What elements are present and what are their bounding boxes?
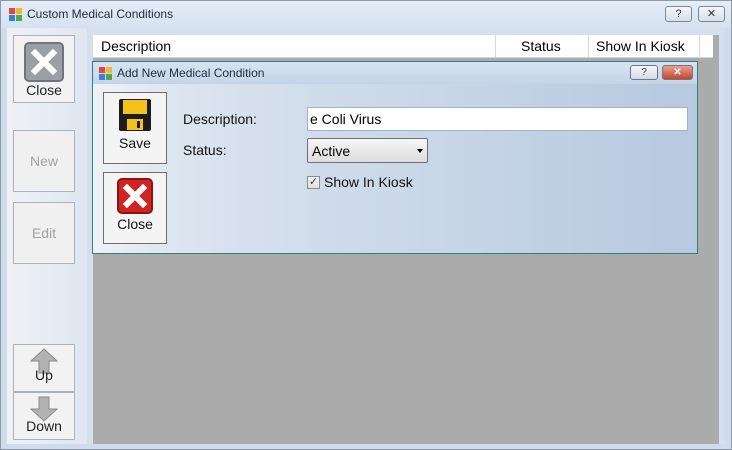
close-icon: ✕ — [673, 67, 682, 78]
close-icon: ✕ — [706, 8, 717, 20]
description-label: Description: — [183, 111, 257, 127]
left-toolbar: Close New Edit Up Down — [7, 28, 87, 444]
dialog-close-action-button[interactable]: Close — [103, 172, 167, 244]
sidebar-close-label: Close — [26, 82, 62, 98]
dialog-close-label: Close — [117, 216, 153, 232]
dialog-toolbar: Save Close — [93, 84, 173, 253]
down-label: Down — [26, 418, 62, 434]
new-label: New — [29, 153, 58, 169]
up-button[interactable]: Up — [13, 344, 75, 392]
dialog-title: Add New Medical Condition — [117, 66, 265, 80]
app-icon — [9, 8, 22, 21]
show-in-kiosk-checkbox[interactable]: ✓ — [307, 176, 320, 189]
add-condition-dialog: Add New Medical Condition ? ✕ Save Close — [92, 61, 698, 254]
status-dropdown[interactable]: Active — [307, 138, 428, 163]
sidebar-close-button[interactable]: Close — [13, 35, 75, 103]
save-button[interactable]: Save — [103, 92, 167, 164]
column-description[interactable]: Description — [101, 38, 171, 54]
show-in-kiosk-label[interactable]: Show In Kiosk — [324, 174, 413, 190]
dialog-app-icon — [99, 67, 112, 80]
dialog-help-button[interactable]: ? — [630, 65, 658, 80]
save-label: Save — [119, 135, 151, 151]
window-titlebar[interactable]: Custom Medical Conditions ? ✕ — [1, 1, 731, 28]
edit-label: Edit — [31, 225, 57, 241]
dropdown-arrow-icon — [417, 149, 423, 153]
help-button[interactable]: ? — [665, 6, 692, 22]
column-separator — [495, 35, 496, 57]
column-status[interactable]: Status — [521, 38, 561, 54]
status-label: Status: — [183, 142, 227, 158]
up-label: Up — [35, 367, 53, 383]
window-close-button[interactable]: ✕ — [698, 6, 725, 22]
checkmark-icon: ✓ — [308, 176, 319, 188]
status-selected-value: Active — [312, 143, 351, 159]
red-x-icon — [117, 178, 153, 214]
edit-button[interactable]: Edit — [13, 202, 75, 264]
column-separator — [588, 35, 589, 57]
column-show-in-kiosk[interactable]: Show In Kiosk — [596, 38, 685, 54]
description-field[interactable]: e Coli Virus — [307, 107, 688, 131]
help-icon: ? — [641, 67, 647, 78]
down-button[interactable]: Down — [13, 392, 75, 440]
grid-header: Description Status Show In Kiosk — [93, 35, 713, 58]
column-separator — [699, 35, 700, 57]
dialog-close-button[interactable]: ✕ — [662, 65, 693, 80]
close-x-icon — [24, 42, 64, 82]
new-button[interactable]: New — [13, 130, 75, 192]
dialog-titlebar[interactable]: Add New Medical Condition ? ✕ — [93, 62, 697, 84]
help-icon: ? — [675, 8, 682, 20]
window-title: Custom Medical Conditions — [27, 7, 174, 21]
floppy-disk-icon — [119, 99, 151, 131]
